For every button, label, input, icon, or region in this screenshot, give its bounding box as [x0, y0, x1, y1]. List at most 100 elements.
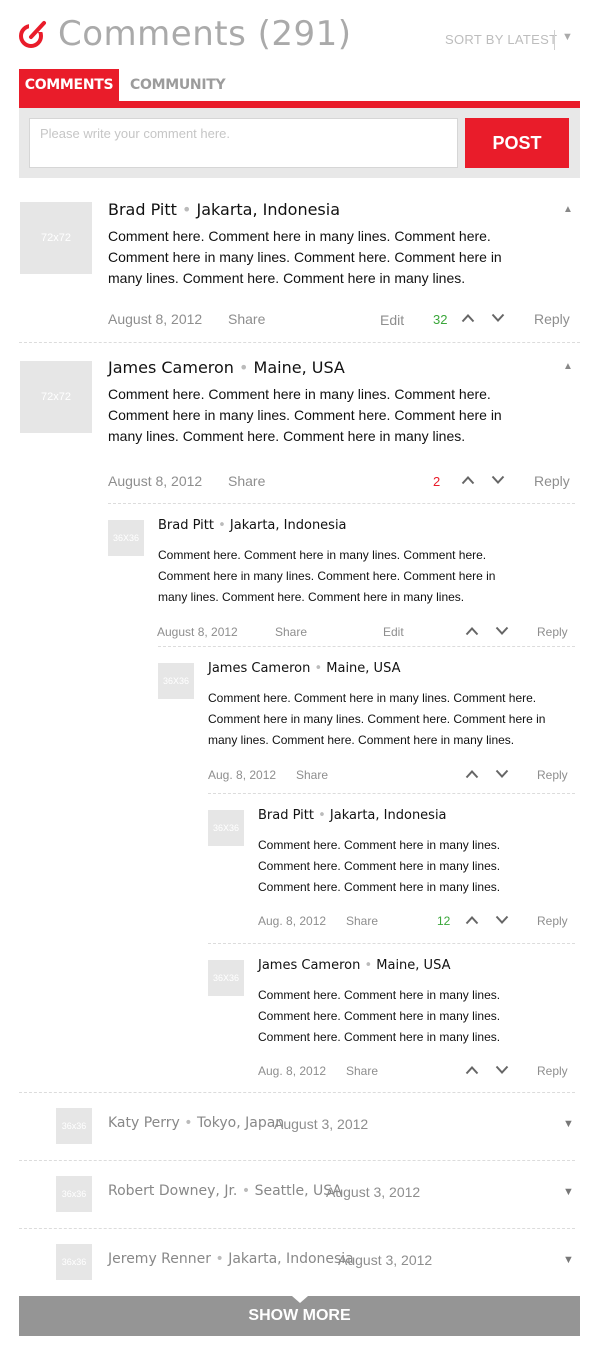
collapse-icon[interactable]: ▲ [563, 204, 573, 215]
tab-comments[interactable]: COMMENTS [19, 69, 119, 101]
edit-link[interactable]: Edit [383, 625, 404, 639]
comment-date: August 3, 2012 [338, 1252, 433, 1268]
divider [208, 793, 575, 794]
comment-line: Comment here. Comment here in many lines… [258, 988, 501, 1002]
comment-line: many lines. Comment here. Comment here i… [108, 270, 466, 286]
reply-link[interactable]: Reply [537, 768, 568, 782]
divider [208, 943, 575, 944]
comment-body: Comment here. Comment here in many lines… [108, 226, 502, 289]
author-name[interactable]: James Cameron [108, 358, 234, 377]
author-location: Maine, USA [253, 358, 345, 377]
divider [19, 1228, 575, 1229]
reply-link[interactable]: Reply [537, 625, 568, 639]
comment-date: Aug. 8, 2012 [258, 914, 327, 928]
upvote-icon[interactable] [461, 475, 475, 485]
upvote-icon[interactable] [465, 626, 479, 636]
reply-link[interactable]: Reply [537, 1064, 568, 1078]
divider [19, 342, 580, 343]
reply-link[interactable]: Reply [534, 311, 570, 327]
upvote-icon[interactable] [461, 313, 475, 323]
author-name[interactable]: Brad Pitt [158, 518, 214, 533]
downvote-icon[interactable] [491, 475, 505, 485]
comment-author: Brad Pitt • Jakarta, Indonesia [258, 808, 447, 823]
downvote-icon[interactable] [491, 313, 505, 323]
divider [108, 503, 575, 504]
avatar[interactable]: 36X36 [158, 663, 194, 699]
expand-icon[interactable]: ▼ [563, 1186, 574, 1198]
comment-line: Comment here. Comment here in many lines… [258, 1030, 501, 1044]
downvote-icon[interactable] [495, 915, 509, 925]
share-link[interactable]: Share [228, 473, 265, 489]
avatar[interactable]: 36x36 [56, 1176, 92, 1212]
downvote-icon[interactable] [495, 769, 509, 779]
comment-author: James Cameron • Maine, USA [108, 358, 345, 377]
author-name[interactable]: James Cameron [208, 661, 310, 676]
page-title: Comments (291) [58, 14, 352, 54]
sort-label[interactable]: SORT BY LATEST [445, 32, 557, 47]
comment-body: Comment here. Comment here in many lines… [208, 688, 545, 751]
upvote-icon[interactable] [465, 769, 479, 779]
share-link[interactable]: Share [296, 768, 328, 782]
downvote-icon[interactable] [495, 1065, 509, 1075]
separator-dot: • [211, 1251, 229, 1267]
edit-link[interactable]: Edit [380, 312, 404, 328]
comment-date: Aug. 8, 2012 [208, 768, 277, 782]
author-name[interactable]: James Cameron [258, 958, 360, 973]
avatar[interactable]: 72x72 [20, 202, 92, 274]
author-name[interactable]: Brad Pitt [258, 808, 314, 823]
author-name[interactable]: Jeremy Renner [108, 1251, 211, 1267]
avatar[interactable]: 36X36 [208, 960, 244, 996]
tab-underline [19, 101, 580, 108]
divider [19, 1160, 575, 1161]
collapsed-comment-header[interactable]: Robert Downey, Jr. • Seattle, USA [108, 1183, 342, 1199]
comment-line: Comment here. Comment here in many lines… [208, 691, 537, 705]
comment-line: many lines. Comment here. Comment here i… [158, 590, 465, 604]
author-name[interactable]: Robert Downey, Jr. [108, 1183, 237, 1199]
divider [158, 646, 575, 647]
comment-line: Comment here in many lines. Comment here… [208, 712, 546, 726]
upvote-icon[interactable] [465, 915, 479, 925]
avatar[interactable]: 36x36 [56, 1108, 92, 1144]
upvote-icon[interactable] [465, 1065, 479, 1075]
collapsed-comment-header[interactable]: Jeremy Renner • Jakarta, Indonesia [108, 1251, 354, 1267]
comment-body: Comment here. Comment here in many lines… [258, 985, 500, 1048]
comment-author: Brad Pitt • Jakarta, Indonesia [158, 518, 347, 533]
share-link[interactable]: Share [228, 311, 265, 327]
reply-link[interactable]: Reply [534, 473, 570, 489]
share-link[interactable]: Share [346, 914, 378, 928]
separator-dot: • [310, 661, 327, 676]
comment-line: Comment here. Comment here in many lines… [258, 1009, 501, 1023]
collapse-icon[interactable]: ▲ [563, 361, 573, 372]
separator-dot: • [213, 518, 230, 533]
author-location: Jakarta, Indonesia [329, 808, 447, 823]
avatar[interactable]: 36X36 [208, 810, 244, 846]
avatar[interactable]: 36x36 [56, 1244, 92, 1280]
separator-dot: • [360, 958, 377, 973]
downvote-icon[interactable] [495, 626, 509, 636]
comment-body: Comment here. Comment here in many lines… [258, 835, 500, 898]
separator-dot: • [179, 1115, 198, 1131]
comment-line: many lines. Comment here. Comment here i… [108, 428, 466, 444]
collapsed-comment-header[interactable]: Katy Perry • Tokyo, Japan [108, 1115, 284, 1131]
post-button[interactable]: POST [465, 118, 569, 168]
expand-icon[interactable]: ▼ [563, 1254, 574, 1266]
avatar[interactable]: 72x72 [20, 361, 92, 433]
comment-body: Comment here. Comment here in many lines… [108, 384, 502, 447]
vote-score: 12 [437, 914, 451, 928]
share-link[interactable]: Share [275, 625, 307, 639]
comment-input[interactable]: Please write your comment here. [29, 118, 458, 168]
comment-author: James Cameron • Maine, USA [208, 661, 400, 676]
comment-line: Comment here. Comment here in many lines… [258, 880, 501, 894]
avatar[interactable]: 36X36 [108, 520, 144, 556]
comment-date: August 3, 2012 [274, 1116, 369, 1132]
comment-line: Comment here. Comment here in many lines… [258, 838, 501, 852]
expand-icon[interactable]: ▼ [563, 1118, 574, 1130]
tab-community[interactable]: COMMUNITY [130, 69, 226, 101]
author-location: Maine, USA [326, 661, 401, 676]
author-name[interactable]: Katy Perry [108, 1115, 180, 1131]
vote-score: 2 [433, 474, 441, 489]
sort-dropdown-icon[interactable]: ▼ [562, 31, 573, 43]
author-name[interactable]: Brad Pitt [108, 200, 177, 219]
reply-link[interactable]: Reply [537, 914, 568, 928]
share-link[interactable]: Share [346, 1064, 378, 1078]
